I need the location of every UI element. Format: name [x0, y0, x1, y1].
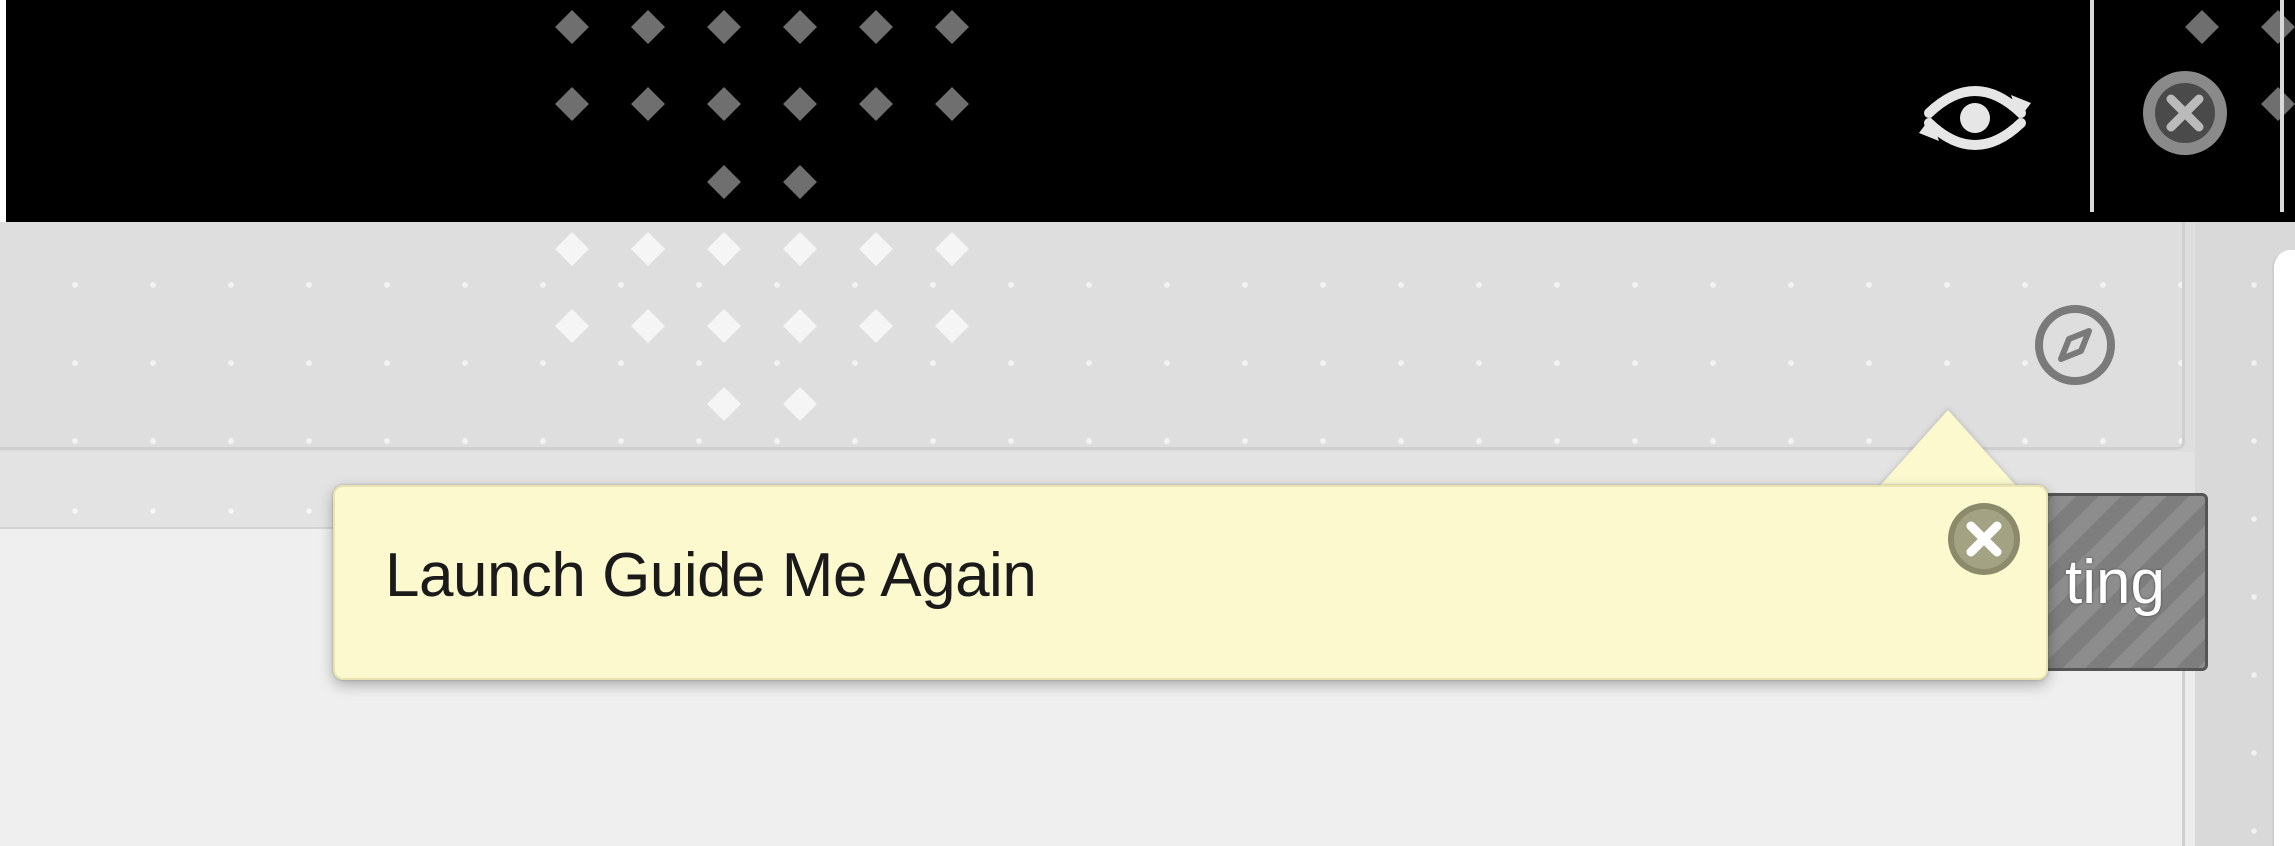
header-right-pattern [2170, 0, 2295, 222]
launch-guide-me-link[interactable]: Launch Guide Me Again [385, 540, 1037, 611]
app-screen: ting Launch Guide Me Again [0, 0, 2295, 846]
tooltip-close-button[interactable] [1942, 497, 2026, 581]
header-left-edge [0, 0, 6, 222]
tooltip-arrow [1878, 410, 2018, 488]
dot-pattern-icon [555, 10, 969, 199]
header-divider [2090, 0, 2094, 212]
brand-dot-logo [530, 0, 1010, 222]
right-panel-edge [2272, 250, 2295, 846]
close-icon [1948, 503, 2020, 575]
header-divider [2280, 0, 2284, 212]
toolbar-panel [0, 222, 2185, 450]
partial-button-label: ting [2065, 547, 2165, 617]
compass-button[interactable] [2025, 295, 2125, 395]
dot-pattern-icon [2185, 10, 2295, 121]
eye-refresh-icon [1919, 86, 2031, 150]
switch-view-button[interactable] [1910, 68, 2040, 168]
compass-icon [2035, 305, 2115, 385]
top-header [0, 0, 2295, 222]
